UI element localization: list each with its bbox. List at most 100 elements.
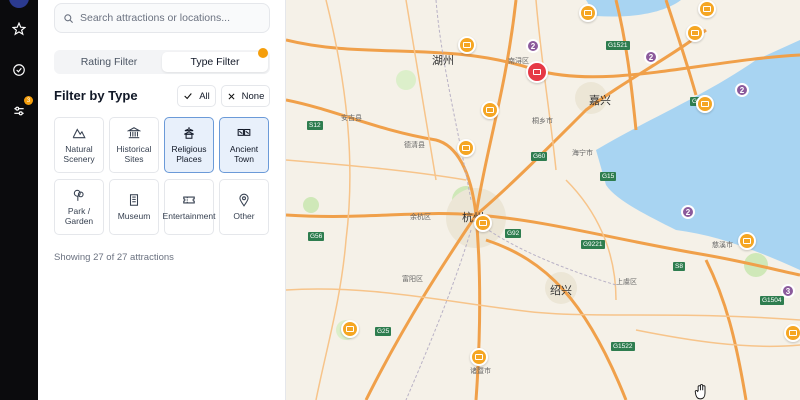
attraction-pin[interactable] xyxy=(784,324,800,342)
avatar[interactable] xyxy=(9,0,29,8)
filter-count-badge: 3 xyxy=(24,96,33,105)
city-label: 诸暨市 xyxy=(470,367,491,375)
type-label: Other xyxy=(233,210,255,221)
type-label: Religious Places xyxy=(171,143,207,164)
city-label: 安吉县 xyxy=(341,114,362,122)
attraction-pin[interactable] xyxy=(470,348,488,366)
highway-shield: G1522 xyxy=(611,342,635,351)
filter-title: Filter by Type xyxy=(54,88,138,103)
attraction-pin[interactable] xyxy=(481,101,499,119)
city-label: 德清县 xyxy=(404,141,425,149)
highway-shield: G60 xyxy=(531,152,548,161)
tab-rating-filter[interactable]: Rating Filter xyxy=(56,52,162,72)
grab-hand-icon xyxy=(694,384,706,400)
highway-shield: S8 xyxy=(673,262,685,271)
city-label: 湖州 xyxy=(432,54,454,67)
select-all-button[interactable]: All xyxy=(177,85,216,107)
secondary-road xyxy=(535,0,557,171)
check-circle-icon[interactable] xyxy=(8,59,30,81)
type-label: Park / Garden xyxy=(64,205,94,226)
highway-road xyxy=(664,0,698,96)
city-label: 绍兴 xyxy=(550,284,572,297)
secondary-road xyxy=(635,329,800,348)
tree-icon xyxy=(73,189,84,201)
highway-road xyxy=(286,98,478,216)
search-icon xyxy=(64,13,74,23)
highway-shield: G9221 xyxy=(581,240,605,249)
highway-shield: S12 xyxy=(307,121,323,130)
cluster-marker[interactable]: 2 xyxy=(681,205,695,219)
type-park-garden[interactable]: Park / Garden xyxy=(54,179,104,235)
cluster-marker[interactable]: 2 xyxy=(526,39,540,53)
type-natural-scenery[interactable]: Natural Scenery xyxy=(54,117,104,173)
search-input[interactable] xyxy=(80,12,260,24)
highway-shield: G1521 xyxy=(606,41,630,50)
city-label: 桐乡市 xyxy=(532,117,553,125)
museum-building-icon xyxy=(127,126,141,139)
park-area xyxy=(396,70,416,90)
secondary-road xyxy=(405,0,437,181)
type-grid: Natural Scenery Historical Sites Religio… xyxy=(54,117,270,235)
type-label: Entertainment xyxy=(162,210,216,221)
building-icon xyxy=(129,194,139,206)
attraction-pin[interactable] xyxy=(474,214,492,232)
type-entertainment[interactable]: Entertainment xyxy=(162,179,216,235)
attraction-pin[interactable] xyxy=(341,320,359,338)
type-religious-places[interactable]: Religious Places xyxy=(164,117,214,173)
selected-attraction-pin[interactable] xyxy=(526,61,548,83)
tab-badge-dot xyxy=(258,48,268,58)
type-other[interactable]: Other xyxy=(219,179,269,235)
type-ancient-town[interactable]: Ancient Town xyxy=(219,117,269,173)
type-museum[interactable]: Museum xyxy=(109,179,159,235)
mountain-icon xyxy=(72,128,86,139)
attraction-pin[interactable] xyxy=(686,24,704,42)
cluster-marker[interactable]: 3 xyxy=(781,284,795,298)
ticket-icon xyxy=(183,196,195,204)
type-label: Historical Sites xyxy=(116,143,152,164)
park-area xyxy=(303,197,319,213)
railway-line xyxy=(405,229,472,400)
type-historical-sites[interactable]: Historical Sites xyxy=(109,117,159,173)
select-none-label: None xyxy=(241,90,265,102)
cluster-marker[interactable]: 2 xyxy=(735,83,749,97)
search-box[interactable] xyxy=(54,3,270,33)
attraction-pin[interactable] xyxy=(579,4,597,22)
attraction-pin[interactable] xyxy=(457,139,475,157)
highway-shield: G25 xyxy=(375,327,392,336)
check-icon xyxy=(184,93,192,100)
city-label: 海宁市 xyxy=(572,149,593,157)
tab-type-filter[interactable]: Type Filter xyxy=(162,52,268,72)
city-label: 上虞区 xyxy=(616,278,637,286)
highway-shield: G15 xyxy=(600,172,617,181)
secondary-road xyxy=(315,0,351,400)
attraction-pin[interactable] xyxy=(738,232,756,250)
result-count-status: Showing 27 of 27 attractions xyxy=(54,252,174,263)
highway-road xyxy=(485,238,628,400)
highway-shield: G1504 xyxy=(760,296,784,305)
type-label: Museum xyxy=(117,210,151,221)
select-all-label: All xyxy=(199,90,210,102)
select-none-button[interactable]: None xyxy=(221,85,270,107)
attraction-pin[interactable] xyxy=(696,95,714,113)
map-canvas[interactable]: 湖州 嘉兴 杭州 绍兴 德清县 海宁市 余杭区 桐乡市 富阳区 诸暨市 上虞区 … xyxy=(286,0,800,400)
type-label: Natural Scenery xyxy=(63,143,95,164)
city-label: 慈溪市 xyxy=(712,241,733,249)
highway-shield: G92 xyxy=(505,229,522,238)
city-label: 南浔区 xyxy=(508,57,529,65)
cluster-marker[interactable]: 2 xyxy=(644,50,658,64)
attraction-pin[interactable] xyxy=(698,0,716,18)
map-base xyxy=(286,0,800,400)
secondary-road xyxy=(286,159,467,181)
highway-shield: G56 xyxy=(308,232,325,241)
highway-road xyxy=(704,259,748,400)
left-rail: 3 xyxy=(0,0,38,400)
close-icon xyxy=(228,93,235,99)
filter-tabs: Rating Filter Type Filter xyxy=(54,48,270,74)
ticket-town-icon xyxy=(237,128,251,136)
star-icon[interactable] xyxy=(8,18,30,40)
city-label: 富阳区 xyxy=(402,275,423,283)
attraction-pin[interactable] xyxy=(458,36,476,54)
pagoda-icon xyxy=(184,126,194,139)
highway-road xyxy=(614,0,638,131)
map-pin-icon xyxy=(239,193,249,207)
